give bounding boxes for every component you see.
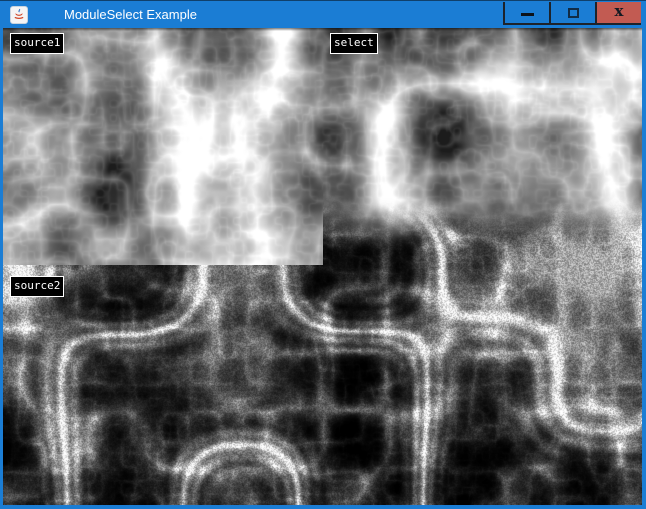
label-source2: source2: [10, 276, 64, 297]
window-title: ModuleSelect Example: [64, 1, 197, 28]
label-select: select: [330, 33, 378, 54]
render-area: source1 select source2: [3, 28, 642, 505]
minimize-button[interactable]: [503, 2, 549, 23]
maximize-button[interactable]: [549, 2, 595, 23]
java-coffee-cup-icon: [10, 6, 28, 24]
titlebar[interactable]: ModuleSelect Example x: [0, 0, 646, 28]
maximize-icon: [568, 8, 579, 18]
source2-image: [3, 265, 323, 505]
label-source1: source1: [10, 33, 64, 54]
source1-image: [3, 28, 323, 265]
window-controls: x: [503, 2, 641, 25]
close-button[interactable]: x: [595, 2, 641, 23]
close-icon: x: [615, 4, 624, 19]
minimize-icon: [521, 13, 534, 16]
java-logo: [12, 8, 26, 22]
app-window: ModuleSelect Example x source1 select so…: [0, 0, 646, 509]
